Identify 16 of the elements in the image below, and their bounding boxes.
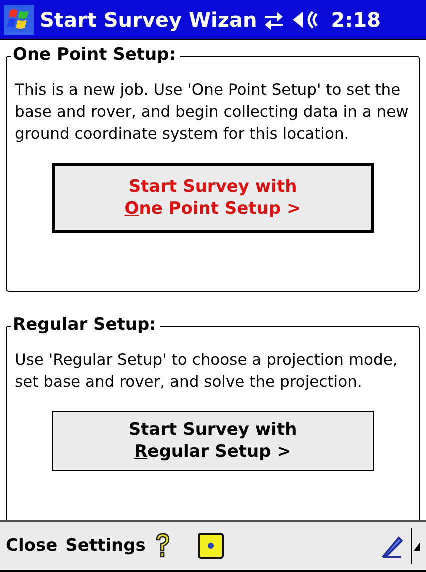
keyboard-square-icon[interactable] — [198, 533, 224, 559]
group-title: Regular Setup: — [11, 315, 160, 335]
pen-icon[interactable] — [381, 534, 403, 558]
connectivity-icon[interactable] — [263, 10, 286, 30]
start-survey-button[interactable]: Start Survey with One Point Setup > — [52, 163, 374, 233]
description: This is a new job. Use 'One Point Setup' to set the base and rover, and begin collecting data in a new ground coordinate system for this location. — [15, 80, 410, 145]
up-arrow-icon[interactable] — [414, 541, 420, 551]
clock[interactable]: 2:18 — [331, 8, 381, 32]
help-icon[interactable] — [154, 532, 172, 560]
start-survey-button[interactable]: Start Survey with Regular Setup > — [52, 411, 374, 471]
start-flag-icon[interactable] — [4, 4, 34, 34]
menu-item[interactable]: Settings — [66, 536, 146, 556]
group-title: One Point Setup: — [11, 45, 180, 65]
description: Use 'Regular Setup' to choose a projection mode, set base and rover, and solve the projection. — [15, 350, 399, 393]
window-title: Start Survey Wizan — [40, 8, 258, 32]
menu-item[interactable]: Close — [6, 536, 58, 556]
